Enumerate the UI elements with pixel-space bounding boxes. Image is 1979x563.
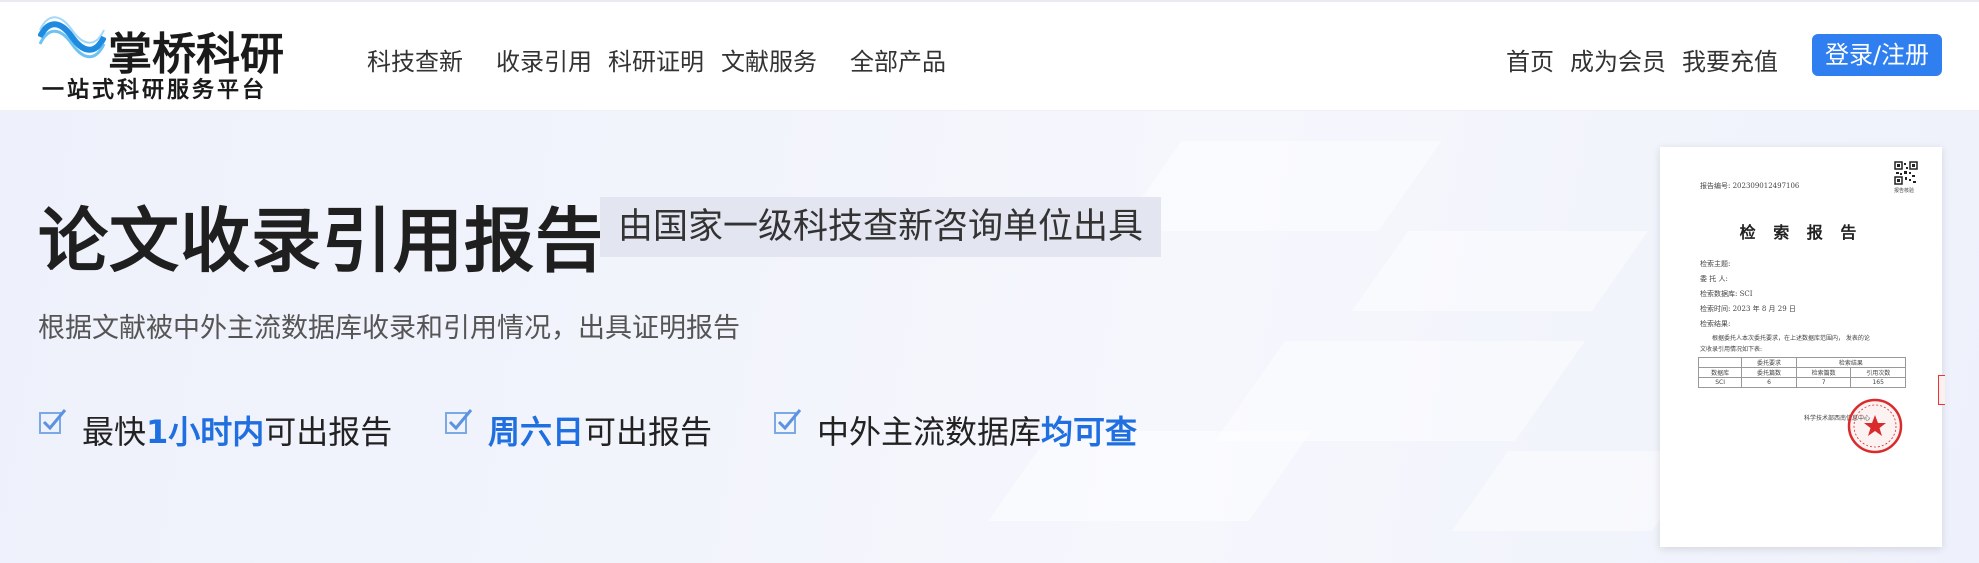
hero-title: 论文收录引用报告 [38,200,606,282]
report-title: 检 索 报 告 [1739,223,1863,242]
feature-text: 周六日可出报告 [488,413,713,451]
site-header: 掌桥科研 一站式科研服务平台 科技查新 收录引用 科研证明 文献服务 全部产品 … [0,2,1979,111]
table-header: 引用次数 [1850,367,1906,378]
nav-item-tech-novelty[interactable]: 科技查新 [367,42,463,77]
site-logo[interactable]: 掌桥科研 一站式科研服务平台 [38,14,298,103]
bg-shape [1351,231,1649,311]
nav-item-home[interactable]: 首页 [1506,42,1554,77]
report-field: 检索数据库: SCI [1700,290,1753,298]
checkbox-checked-icon [445,409,473,434]
table-header: 检索篇数 [1795,367,1852,378]
wave-logo-icon [38,16,106,59]
login-register-button[interactable]: 登录/注册 [1812,34,1942,76]
report-field: 检索结果: [1700,320,1731,328]
nav-item-all-products[interactable]: 全部产品 [850,42,946,77]
report-field: 检索时间: 2023 年 8 月 29 日 [1700,305,1796,313]
nav-item-research-proof[interactable]: 科研证明 [608,42,704,77]
side-float-tab[interactable] [1938,375,1945,405]
report-body: 根据委托人本次委托要求，在上述数据库范围内， 发表的论 [1712,335,1870,342]
table-header: 委托篇数 [1741,367,1797,378]
report-field: 检索主题: [1700,260,1731,268]
table-group-header: 委托要求 [1741,357,1797,368]
nav-item-membership[interactable]: 成为会员 [1570,42,1666,77]
logo-slogan: 一站式科研服务平台 [42,77,268,103]
nav-item-literature[interactable]: 文献服务 [721,42,817,77]
table-header: 数据库 [1697,367,1743,378]
report-table: 委托要求 检索结果 数据库 委托篇数 检索篇数 引用次数 SCI 6 7 165 [1697,357,1907,388]
table-cell: 7 [1795,377,1852,388]
bg-shape [1214,341,1586,441]
report-serial: 报告编号: 202309012497106 [1700,182,1800,190]
qr-code-icon [1894,161,1918,185]
hero-banner: 论文收录引用报告 由国家一级科技查新咨询单位出具 根据文献被中外主流数据库收录和… [0,111,1979,563]
hero-tag: 由国家一级科技查新咨询单位出具 [600,197,1162,257]
hero-subtitle: 根据文献被中外主流数据库收录和引用情况，出具证明报告 [38,313,740,344]
bg-shape [1118,141,1442,231]
checkbox-checked-icon [39,409,67,434]
report-field: 委 托 人: [1700,275,1728,283]
feature-text: 最快1小时内可出报告 [82,413,393,451]
checkbox-checked-icon [774,409,802,434]
sample-report-image: 报告编号: 202309012497106 报告核验 检 索 报 告 检索主题:… [1660,147,1942,547]
report-body: 文收录引用情况如下表: [1700,346,1763,353]
table-cell: 6 [1741,377,1797,388]
table-cell: 165 [1850,377,1906,388]
qr-caption: 报告核验 [1894,188,1915,194]
table-cell: SCI [1697,377,1743,388]
nav-item-recharge[interactable]: 我要充值 [1682,42,1778,77]
feature-text: 中外主流数据库均可查 [817,413,1138,451]
table-group-header: 检索结果 [1795,357,1907,368]
official-stamp-icon [1847,398,1903,454]
nav-item-citation[interactable]: 收录引用 [496,42,592,77]
